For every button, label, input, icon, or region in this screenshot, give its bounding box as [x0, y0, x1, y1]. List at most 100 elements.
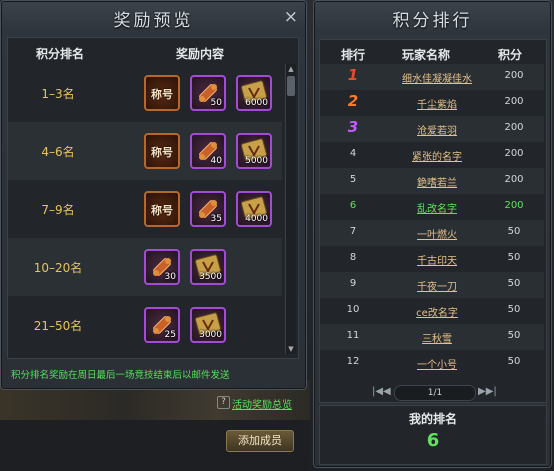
player-score: 50: [507, 226, 521, 237]
reward-row: 10–20名 30 3500: [8, 238, 282, 296]
ranking-rows: 1 细水佳凝凝佳水 200 2 千尘紫焰 200 3 沧爱若羽 200 4 紧张的名字 200 5 銫嗜若…: [320, 64, 546, 374]
title-badge-label: 称号: [151, 146, 173, 159]
ranking-row[interactable]: 4 紧张的名字 200: [320, 142, 544, 168]
ranking-row[interactable]: 12 一个小号 50: [320, 350, 544, 376]
ranking-table: 排行 玩家名称 积分 1 细水佳凝凝佳水 200 2 千尘紫焰 200 3 沧爱若羽 200 4 紧…: [319, 39, 547, 403]
col-reward-header: 奖励内容: [176, 47, 225, 61]
reward-row: 21–50名 25 3000: [8, 296, 282, 354]
my-rank-label: 我的排名: [408, 412, 457, 426]
player-score: 50: [507, 330, 521, 341]
title-badge-label: 称号: [151, 88, 173, 101]
item-quantity: 35: [210, 214, 222, 224]
ranking-row[interactable]: 8 千古印天 50: [320, 246, 544, 272]
ranking-row[interactable]: 9 千夜一刀 50: [320, 272, 544, 298]
ranking-row[interactable]: 10 ce改名字 50: [320, 298, 544, 324]
reward-rank-label: 10–20名: [33, 261, 83, 275]
item-quantity: 5000: [245, 156, 268, 166]
player-score: 200: [504, 174, 524, 185]
scroll-item-icon[interactable]: 40: [190, 133, 226, 169]
reward-row: 4–6名 称号 40 5000: [8, 122, 282, 180]
my-rank-value: 6: [426, 430, 440, 451]
player-name-link[interactable]: ce改名字: [382, 304, 492, 319]
player-score: 200: [504, 200, 524, 211]
reward-overview-link[interactable]: 活动奖励总览: [232, 396, 292, 411]
player-name-link[interactable]: 千尘紫焰: [382, 96, 492, 111]
reward-preview-panel: 奖励预览 × 积分排名 奖励内容 1–3名 称号 50 6000 4–6名 称号 40 500…: [0, 0, 307, 390]
item-quantity: 30: [164, 272, 176, 282]
player-name-link[interactable]: 一个小号: [382, 356, 492, 371]
scroll-item-icon[interactable]: 25: [144, 307, 180, 343]
rank-number: 7: [349, 226, 357, 237]
ranking-row[interactable]: 1 细水佳凝凝佳水 200: [320, 64, 544, 90]
player-score: 200: [504, 148, 524, 159]
reward-rank-label: 4–6名: [41, 145, 75, 159]
player-name-link[interactable]: 三秋雪: [382, 330, 492, 345]
page-indicator: 1/1: [394, 385, 476, 401]
chest-item-icon[interactable]: 4000: [236, 191, 272, 227]
chest-item-icon[interactable]: 3500: [190, 249, 226, 285]
scroll-item-icon[interactable]: 50: [190, 75, 226, 111]
title-badge-label: 称号: [151, 204, 173, 217]
chest-item-icon[interactable]: 6000: [236, 75, 272, 111]
player-score: 50: [507, 278, 521, 289]
player-name-link[interactable]: 千夜一刀: [382, 278, 492, 293]
reward-panel-title: 奖励预览: [113, 11, 194, 31]
scroll-up-icon[interactable]: ▲: [287, 65, 295, 73]
reward-note: 积分排名奖励在周日最后一场竞技结束后以邮件发送: [11, 370, 230, 381]
scene-art: [0, 380, 310, 471]
last-page-icon[interactable]: ▶▶|: [478, 386, 497, 397]
reward-rank-label: 21–50名: [33, 319, 83, 333]
help-icon[interactable]: ?: [217, 396, 230, 409]
player-score: 200: [504, 96, 524, 107]
ranking-row[interactable]: 5 銫嗜若兰 200: [320, 168, 544, 194]
player-score: 50: [507, 304, 521, 315]
reward-row: 7–9名 称号 35 4000: [8, 180, 282, 238]
add-member-button[interactable]: 添加成员: [226, 430, 294, 452]
reward-rank-label: 7–9名: [41, 203, 75, 217]
scroll-down-icon[interactable]: ▼: [287, 345, 295, 353]
reward-scrollbar[interactable]: ▲ ▼: [285, 64, 296, 354]
rank-number: 8: [349, 252, 357, 263]
rank-number: 11: [346, 330, 360, 341]
reward-table: 积分排名 奖励内容 1–3名 称号 50 6000 4–6名 称号 40 5000 7–9名 称号…: [7, 37, 299, 359]
rank-number: 6: [349, 200, 357, 211]
item-quantity: 6000: [245, 98, 268, 108]
rank-number: 3: [347, 118, 359, 136]
player-name-link[interactable]: 銫嗜若兰: [382, 174, 492, 189]
ranking-row[interactable]: 2 千尘紫焰 200: [320, 90, 544, 116]
player-name-link[interactable]: 一叶燃火: [382, 226, 492, 241]
ranking-row[interactable]: 7 一叶燃火 50: [320, 220, 544, 246]
rank-number: 2: [347, 92, 359, 110]
chest-item-icon[interactable]: 5000: [236, 133, 272, 169]
close-icon[interactable]: ×: [284, 7, 298, 27]
col-rank-header: 排行: [341, 48, 366, 62]
scroll-thumb[interactable]: [287, 76, 295, 96]
player-name-link[interactable]: 细水佳凝凝佳水: [382, 70, 492, 85]
chest-item-icon[interactable]: 3000: [190, 307, 226, 343]
ranking-row[interactable]: 3 沧爱若羽 200: [320, 116, 544, 142]
title-badge-icon[interactable]: 称号: [144, 191, 180, 227]
item-quantity: 3500: [199, 272, 222, 282]
scroll-item-icon[interactable]: 30: [144, 249, 180, 285]
rank-number: 5: [349, 174, 357, 185]
ranking-row[interactable]: 6 乱改名字 200: [320, 194, 544, 220]
scroll-item-icon[interactable]: 35: [190, 191, 226, 227]
item-quantity: 4000: [245, 214, 268, 224]
col-score-header: 积分: [498, 48, 523, 62]
player-name-link[interactable]: 千古印天: [382, 252, 492, 267]
ranking-row[interactable]: 11 三秋雪 50: [320, 324, 544, 350]
player-name-link[interactable]: 沧爱若羽: [382, 122, 492, 137]
player-name-link[interactable]: 紧张的名字: [382, 148, 492, 163]
ranking-panel-title: 积分排行: [392, 11, 473, 31]
player-name-link[interactable]: 乱改名字: [382, 200, 492, 215]
reward-row: 1–3名 称号 50 6000: [8, 64, 282, 122]
title-badge-icon[interactable]: 称号: [144, 133, 180, 169]
ranking-panel: 积分排行 排行 玩家名称 积分 1 细水佳凝凝佳水 200 2 千尘紫焰 200 3 沧爱若羽…: [313, 0, 552, 468]
first-page-icon[interactable]: |◀◀: [372, 386, 391, 397]
title-badge-icon[interactable]: 称号: [144, 75, 180, 111]
player-score: 200: [504, 70, 524, 81]
rank-number: 1: [347, 66, 359, 84]
rank-number: 10: [346, 304, 360, 315]
player-score: 50: [507, 252, 521, 263]
rank-number: 9: [349, 278, 357, 289]
